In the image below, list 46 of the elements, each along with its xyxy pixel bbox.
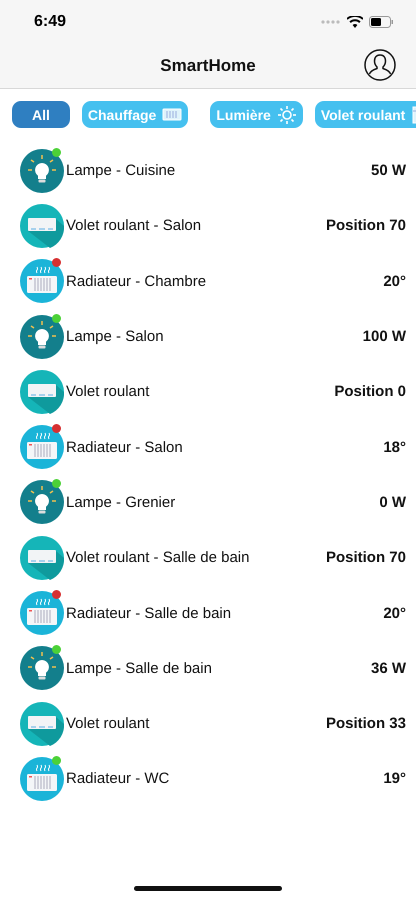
light-bulb-icon — [20, 480, 64, 524]
shutter-icon — [20, 204, 64, 248]
profile-button[interactable] — [364, 49, 396, 81]
device-name[interactable]: Lampe - Salon — [66, 328, 363, 346]
device-name[interactable]: Radiateur - Salon — [66, 438, 384, 456]
device-value: 50 W — [370, 162, 406, 180]
signal-icon — [321, 20, 341, 24]
device-value: 18° — [383, 438, 406, 456]
device-name[interactable]: Volet roulant - Salle de bain — [66, 549, 326, 566]
device-value: 0 W — [379, 494, 406, 511]
device-value: Position 0 — [334, 383, 406, 400]
device-name[interactable]: Radiateur - Salle de bain — [66, 604, 384, 622]
device-value: Position 33 — [326, 715, 406, 732]
device-value: Position 70 — [326, 549, 406, 566]
device-name[interactable]: Volet roulant — [66, 715, 326, 732]
wifi-icon — [347, 16, 363, 28]
shutter-icon — [20, 536, 64, 580]
device-value: 19° — [383, 770, 406, 788]
radiator-icon — [20, 425, 64, 470]
radiator-icon — [20, 259, 64, 304]
radiator-icon — [20, 591, 64, 636]
device-value: 20° — [383, 272, 406, 290]
device-name[interactable]: Volet roulant — [66, 383, 334, 400]
device-name[interactable]: Lampe - Cuisine — [66, 162, 371, 180]
device-value: Position 70 — [326, 217, 406, 234]
battery-icon — [369, 16, 394, 28]
filter-tab[interactable]: All — [12, 101, 70, 128]
device-value: 100 W — [362, 328, 406, 346]
device-name[interactable]: Lampe - Grenier — [66, 494, 380, 511]
status-time: 6:49 — [34, 13, 66, 31]
light-bulb-icon — [20, 148, 64, 193]
device-value: 20° — [383, 604, 406, 622]
device-name[interactable]: Radiateur - Chambre — [66, 272, 384, 290]
light-bulb-icon — [20, 314, 64, 359]
device-name[interactable]: Volet roulant - Salon — [66, 217, 326, 234]
radiator-icon — [162, 106, 182, 124]
device-name[interactable]: Radiateur - WC — [66, 770, 384, 788]
app-title: SmartHome — [160, 56, 256, 76]
user-icon — [364, 49, 396, 81]
radiator-icon — [20, 756, 64, 801]
light-bulb-icon — [20, 646, 64, 690]
shutter-icon — [20, 702, 64, 746]
device-value: 36 W — [370, 660, 406, 677]
sun-icon — [276, 106, 297, 124]
shutter-icon — [20, 370, 64, 414]
device-name[interactable]: Lampe - Salle de bain — [66, 660, 371, 677]
